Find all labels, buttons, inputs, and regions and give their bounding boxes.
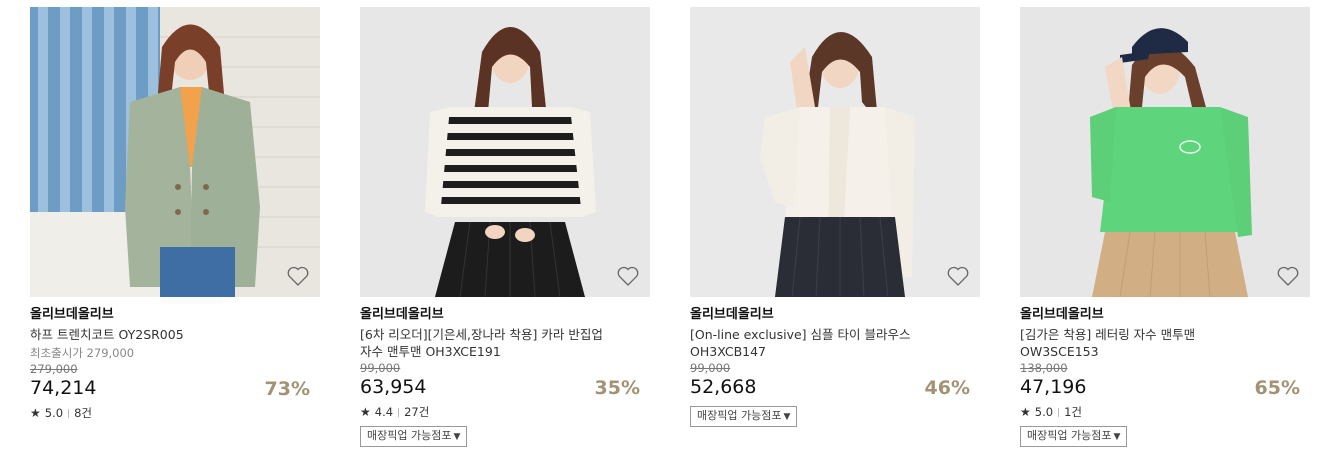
discount-rate: 65% [1254,377,1300,399]
product-image[interactable] [690,7,980,297]
store-pickup-dropdown[interactable]: 매장픽업 가능점포 ▼ [1020,426,1128,447]
product-image[interactable] [30,7,320,297]
star-icon: ★ [30,406,41,420]
product-card[interactable]: 올리브데올리브 [On-line exclusive] 심플 타이 블라우스 O… [690,7,980,427]
brand-name: 올리브데올리브 [1020,307,1104,322]
discount-rate: 46% [924,377,970,399]
discount-rate: 73% [264,378,310,400]
sale-price: 52,668 [690,376,757,398]
rating-score: 4.4 [374,405,394,419]
product-title[interactable]: [6차 리오더][기은세,장나라 착용] 카라 반집업 자수 맨투맨 OH3XC… [360,326,650,360]
store-pickup-label: 매장픽업 가능점포 [697,409,782,422]
store-pickup-dropdown[interactable]: 매장픽업 가능점포 ▼ [360,426,468,447]
product-card[interactable]: 올리브데올리브 [6차 리오더][기은세,장나라 착용] 카라 반집업 자수 맨… [360,7,650,447]
original-price: 138,000 [1020,361,1068,375]
product-image[interactable] [360,7,650,297]
original-price: 99,000 [690,361,731,375]
price-row: 63,954 35% [360,375,650,399]
first-release-price: 최초출시가 279,000 [30,346,135,360]
store-pickup-dropdown[interactable]: 매장픽업 가능점포 ▼ [690,406,798,427]
sale-price: 47,196 [1020,376,1087,398]
brand-name: 올리브데올리브 [690,307,774,322]
product-title[interactable]: [김가은 착용] 레터링 자수 맨투맨 OW3SCE153 [1020,326,1310,360]
review-count: 8건 [74,406,92,420]
product-card[interactable]: 올리브데올리브 [김가은 착용] 레터링 자수 맨투맨 OW3SCE153 13… [1020,7,1310,447]
triangle-down-icon: ▼ [1113,432,1121,442]
review-count: 27건 [404,405,430,419]
rating-score: 5.0 [1034,405,1054,419]
heart-outline-icon[interactable] [946,265,970,287]
brand-name: 올리브데올리브 [360,307,444,322]
heart-outline-icon[interactable] [616,265,640,287]
rating-row: ★ 4.4 27건 [360,405,650,419]
original-price: 279,000 [30,362,78,376]
divider [1058,407,1060,417]
star-icon: ★ [360,405,371,419]
original-price: 99,000 [360,361,401,375]
sale-price: 63,954 [360,376,427,398]
divider [68,408,70,418]
heart-outline-icon[interactable] [286,265,310,287]
divider [398,407,400,417]
store-pickup-label: 매장픽업 가능점포 [367,429,452,442]
price-row: 74,214 73% [30,376,320,400]
brand-name: 올리브데올리브 [30,307,114,322]
review-count: 1건 [1064,405,1082,419]
rating-score: 5.0 [44,406,64,420]
heart-outline-icon[interactable] [1276,265,1300,287]
product-image[interactable] [1020,7,1310,297]
price-row: 52,668 46% [690,375,980,399]
discount-rate: 35% [594,377,640,399]
store-pickup-label: 매장픽업 가능점포 [1027,429,1112,442]
star-icon: ★ [1020,405,1031,419]
triangle-down-icon: ▼ [453,432,461,442]
rating-row: ★ 5.0 8건 [30,406,320,420]
product-photo [360,7,650,297]
product-title[interactable]: [On-line exclusive] 심플 타이 블라우스 OH3XCB147 [690,326,980,360]
sale-price: 74,214 [30,377,97,399]
product-photo [30,7,320,297]
product-photo [690,7,980,297]
price-row: 47,196 65% [1020,375,1310,399]
product-title[interactable]: 하프 트렌치코트 OY2SR005 [30,326,320,343]
rating-row: ★ 5.0 1건 [1020,405,1310,419]
product-photo [1020,7,1310,297]
product-card[interactable]: 올리브데올리브 하프 트렌치코트 OY2SR005 최초출시가 279,000 … [30,7,320,420]
triangle-down-icon: ▼ [783,412,791,422]
